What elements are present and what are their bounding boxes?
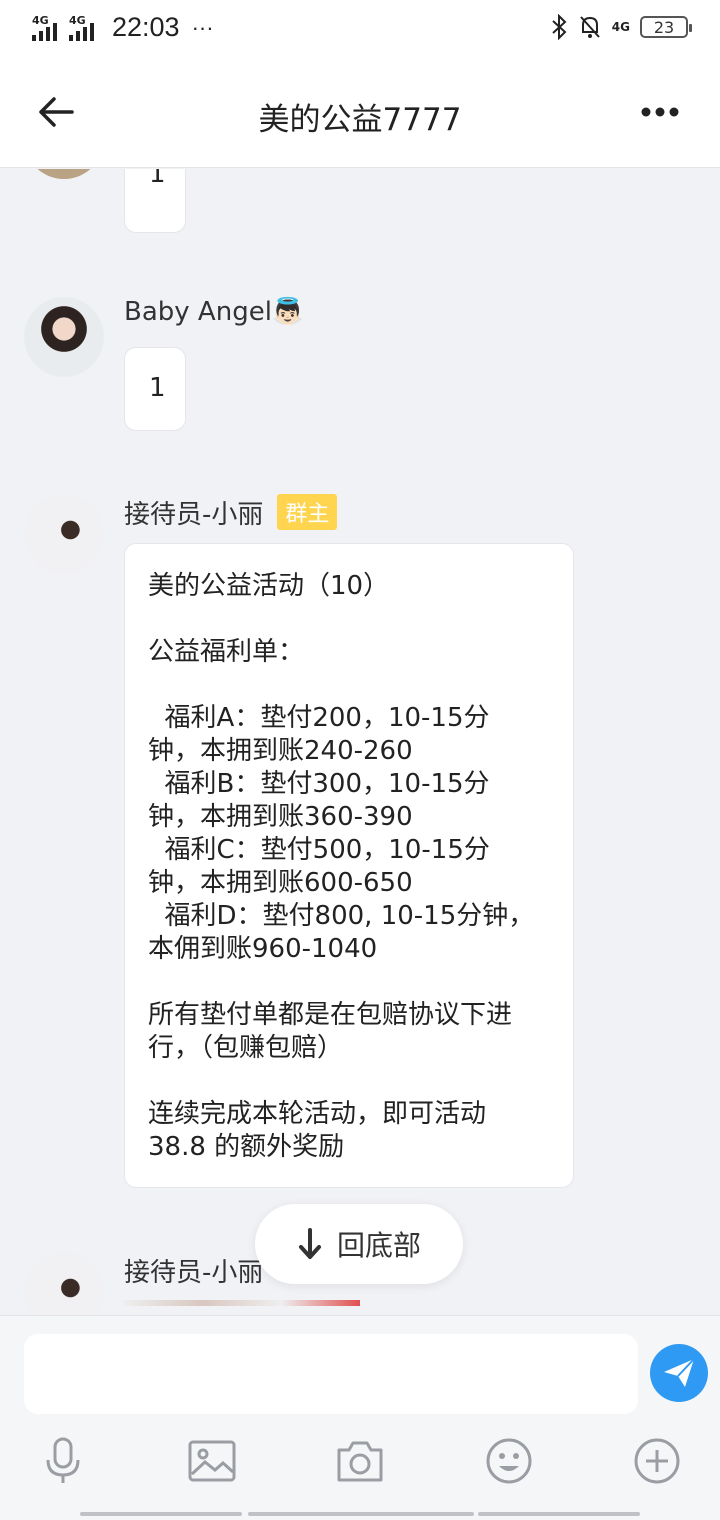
chat-header: 美的公益7777	[0, 58, 720, 168]
signal-icon: 4G	[32, 15, 57, 41]
plus-icon[interactable]	[632, 1436, 682, 1486]
message-input[interactable]	[24, 1334, 638, 1414]
message-text: 美的公益活动（10） 公益福利单： 福利A：垫付200，10-15分 钟，本拥到…	[148, 571, 535, 1162]
arrow-down-icon	[298, 1228, 321, 1259]
more-dots-icon[interactable]	[640, 98, 680, 126]
clock: 22:03	[112, 12, 180, 42]
group-owner-badge: 群主	[277, 494, 338, 530]
nav-indicator	[478, 1512, 640, 1516]
back-to-bottom-button[interactable]: 回底部	[255, 1204, 463, 1284]
more-notifications: ···	[191, 14, 214, 40]
emoji-icon[interactable]	[484, 1436, 534, 1486]
message-bubble[interactable]: 1	[124, 347, 186, 431]
page-title: 美的公益7777	[258, 102, 462, 138]
message-list[interactable]: 1 Baby Angel👼🏻 1 接待员-小丽 群主 美的公益活动（10） 公益福…	[0, 169, 720, 1315]
image-message-preview[interactable]	[124, 1300, 360, 1306]
message-bubble[interactable]: 美的公益活动（10） 公益福利单： 福利A：垫付200，10-15分 钟，本拥到…	[124, 543, 574, 1188]
nav-indicator	[248, 1512, 474, 1516]
avatar[interactable]	[24, 169, 104, 179]
network-4g-icon: 4G	[611, 20, 630, 34]
avatar[interactable]	[24, 1252, 104, 1315]
signal-icon: 4G	[69, 15, 94, 41]
toolbar	[0, 1436, 720, 1492]
paper-plane-icon	[664, 1358, 695, 1387]
back-to-bottom-label: 回底部	[336, 1229, 421, 1262]
message-text: 1	[149, 373, 166, 403]
image-icon[interactable]	[187, 1436, 237, 1486]
bluetooth-icon	[552, 14, 567, 40]
sender-name: 接待员-小丽 群主	[124, 494, 338, 531]
microphone-icon[interactable]	[38, 1436, 88, 1486]
sender-name: 接待员-小丽	[124, 1258, 264, 1288]
battery-icon: 23	[640, 16, 692, 38]
mute-bell-icon	[580, 16, 600, 38]
message-text: 1	[149, 169, 166, 189]
avatar[interactable]	[24, 494, 104, 574]
nav-indicator	[80, 1512, 242, 1516]
sender-name: Baby Angel👼🏻	[124, 297, 305, 327]
input-bar	[0, 1315, 720, 1520]
send-button[interactable]	[650, 1344, 708, 1402]
status-bar: 4G 4G 22:03 ··· 4G 23	[0, 0, 720, 58]
camera-icon[interactable]	[335, 1436, 385, 1486]
avatar[interactable]	[24, 297, 104, 377]
message-bubble[interactable]: 1	[124, 169, 186, 233]
